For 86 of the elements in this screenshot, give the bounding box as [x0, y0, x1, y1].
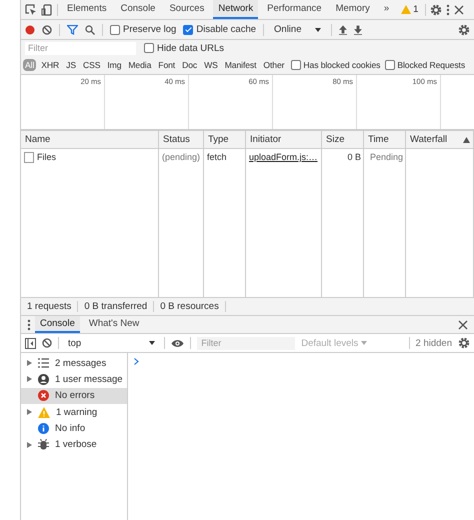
context-dropdown[interactable]: top: [65, 338, 158, 348]
panel-tab[interactable]: Elements: [62, 0, 112, 19]
search-icon[interactable]: [85, 24, 95, 34]
settings-icon[interactable]: [430, 4, 442, 16]
sidebar-toggle-icon[interactable]: [25, 338, 36, 348]
console-filter-field[interactable]: Filter: [197, 336, 296, 350]
close-icon[interactable]: [454, 4, 464, 14]
type-filter-button[interactable]: JS: [64, 59, 78, 71]
blocked-cookies-checkbox[interactable]: Has blocked cookies: [291, 60, 380, 70]
panel-tab[interactable]: Memory: [330, 0, 375, 19]
throttling-dropdown[interactable]: Online: [271, 24, 324, 35]
column-header[interactable]: Time: [364, 131, 406, 148]
panel-tab[interactable]: Performance: [262, 0, 327, 19]
prompt-icon: [134, 358, 139, 365]
device-icon[interactable]: [41, 4, 53, 16]
sidebar-item[interactable]: No errors: [21, 388, 127, 404]
sidebar-item[interactable]: No info: [21, 420, 127, 436]
more-tabs-button[interactable]: »: [378, 0, 394, 19]
warning-icon: [38, 406, 50, 418]
column-header[interactable]: Name: [21, 131, 159, 148]
column-header[interactable]: Size: [322, 131, 364, 148]
hide-data-urls-checkbox[interactable]: Hide data URLs: [144, 42, 224, 54]
column-header[interactable]: Type: [204, 131, 246, 148]
list-icon: [38, 358, 49, 368]
clear-icon[interactable]: [42, 24, 52, 34]
bug-icon: [38, 439, 49, 450]
clear-icon[interactable]: [42, 338, 52, 348]
type-filter-button[interactable]: Img: [105, 59, 124, 71]
inspect-icon[interactable]: [25, 4, 37, 16]
drawer-tab[interactable]: What's New: [84, 316, 144, 333]
caret-icon: [149, 341, 156, 345]
user-icon: [38, 374, 49, 385]
column-header[interactable]: Initiator: [246, 131, 322, 148]
type-filter-button[interactable]: Media: [126, 59, 154, 71]
status-text: 0 B resources: [154, 301, 226, 312]
column-header[interactable]: Status: [159, 131, 204, 148]
sidebar-item[interactable]: 1 user message: [21, 371, 127, 388]
record-icon[interactable]: [25, 24, 35, 34]
status-text: 1 requests: [21, 301, 78, 312]
table-cell: (pending): [162, 152, 200, 162]
table-cell: Files: [37, 152, 56, 162]
type-filter-button[interactable]: CSS: [80, 59, 102, 71]
type-filter-button[interactable]: Other: [261, 59, 286, 71]
preserve-log-checkbox[interactable]: Preserve log: [110, 24, 176, 35]
close-icon[interactable]: [458, 320, 468, 330]
sidebar-item[interactable]: 2 messages: [21, 355, 127, 372]
panel-tab[interactable]: Network: [213, 0, 258, 19]
type-filter-button[interactable]: XHR: [39, 59, 62, 71]
upload-icon[interactable]: [339, 24, 348, 34]
settings-icon[interactable]: [458, 337, 470, 349]
warning-count-button[interactable]: 1: [398, 4, 422, 15]
type-filter-button[interactable]: Manifest: [222, 59, 258, 71]
error-icon: [38, 390, 49, 402]
sidebar-item[interactable]: 1 warning: [21, 404, 127, 420]
drawer-menu-icon[interactable]: [27, 318, 31, 330]
hidden-count: 2 hidden: [416, 338, 452, 348]
expand-arrow-icon: [27, 442, 32, 448]
initiator-link[interactable]: uploadForm.js:…: [249, 152, 318, 162]
eye-icon[interactable]: [171, 338, 184, 348]
disable-cache-checkbox[interactable]: Disable cache: [183, 24, 256, 35]
blocked-requests-checkbox[interactable]: Blocked Requests: [385, 60, 466, 70]
panel-tab[interactable]: Sources: [164, 0, 210, 19]
table-cell: Pending: [370, 152, 403, 162]
caret-icon: [315, 28, 322, 32]
caret-icon: [361, 341, 368, 345]
warning-icon: [401, 5, 412, 14]
column-header[interactable]: Waterfall: [406, 131, 474, 148]
status-text: 0 B transferred: [78, 301, 154, 312]
table-cell: fetch: [207, 152, 227, 162]
type-filter-button[interactable]: Doc: [180, 59, 200, 71]
drawer-tab[interactable]: Console: [35, 316, 80, 333]
info-icon: [38, 422, 49, 434]
type-filter-button[interactable]: Font: [156, 59, 178, 71]
filter-field[interactable]: Filter: [25, 42, 136, 54]
sidebar-item[interactable]: 1 verbose: [21, 436, 127, 453]
expand-arrow-icon: [27, 409, 32, 416]
more-options-icon[interactable]: [446, 4, 450, 16]
panel-tab[interactable]: Console: [116, 0, 160, 19]
settings-icon[interactable]: [458, 24, 470, 36]
filter-icon[interactable]: [67, 24, 78, 34]
file-icon: [24, 152, 34, 162]
expand-arrow-icon: [27, 360, 32, 366]
download-icon[interactable]: [354, 24, 362, 34]
type-filter-button[interactable]: WS: [202, 59, 220, 71]
table-cell: 0 B: [347, 152, 361, 162]
expand-arrow-icon: [27, 376, 32, 382]
